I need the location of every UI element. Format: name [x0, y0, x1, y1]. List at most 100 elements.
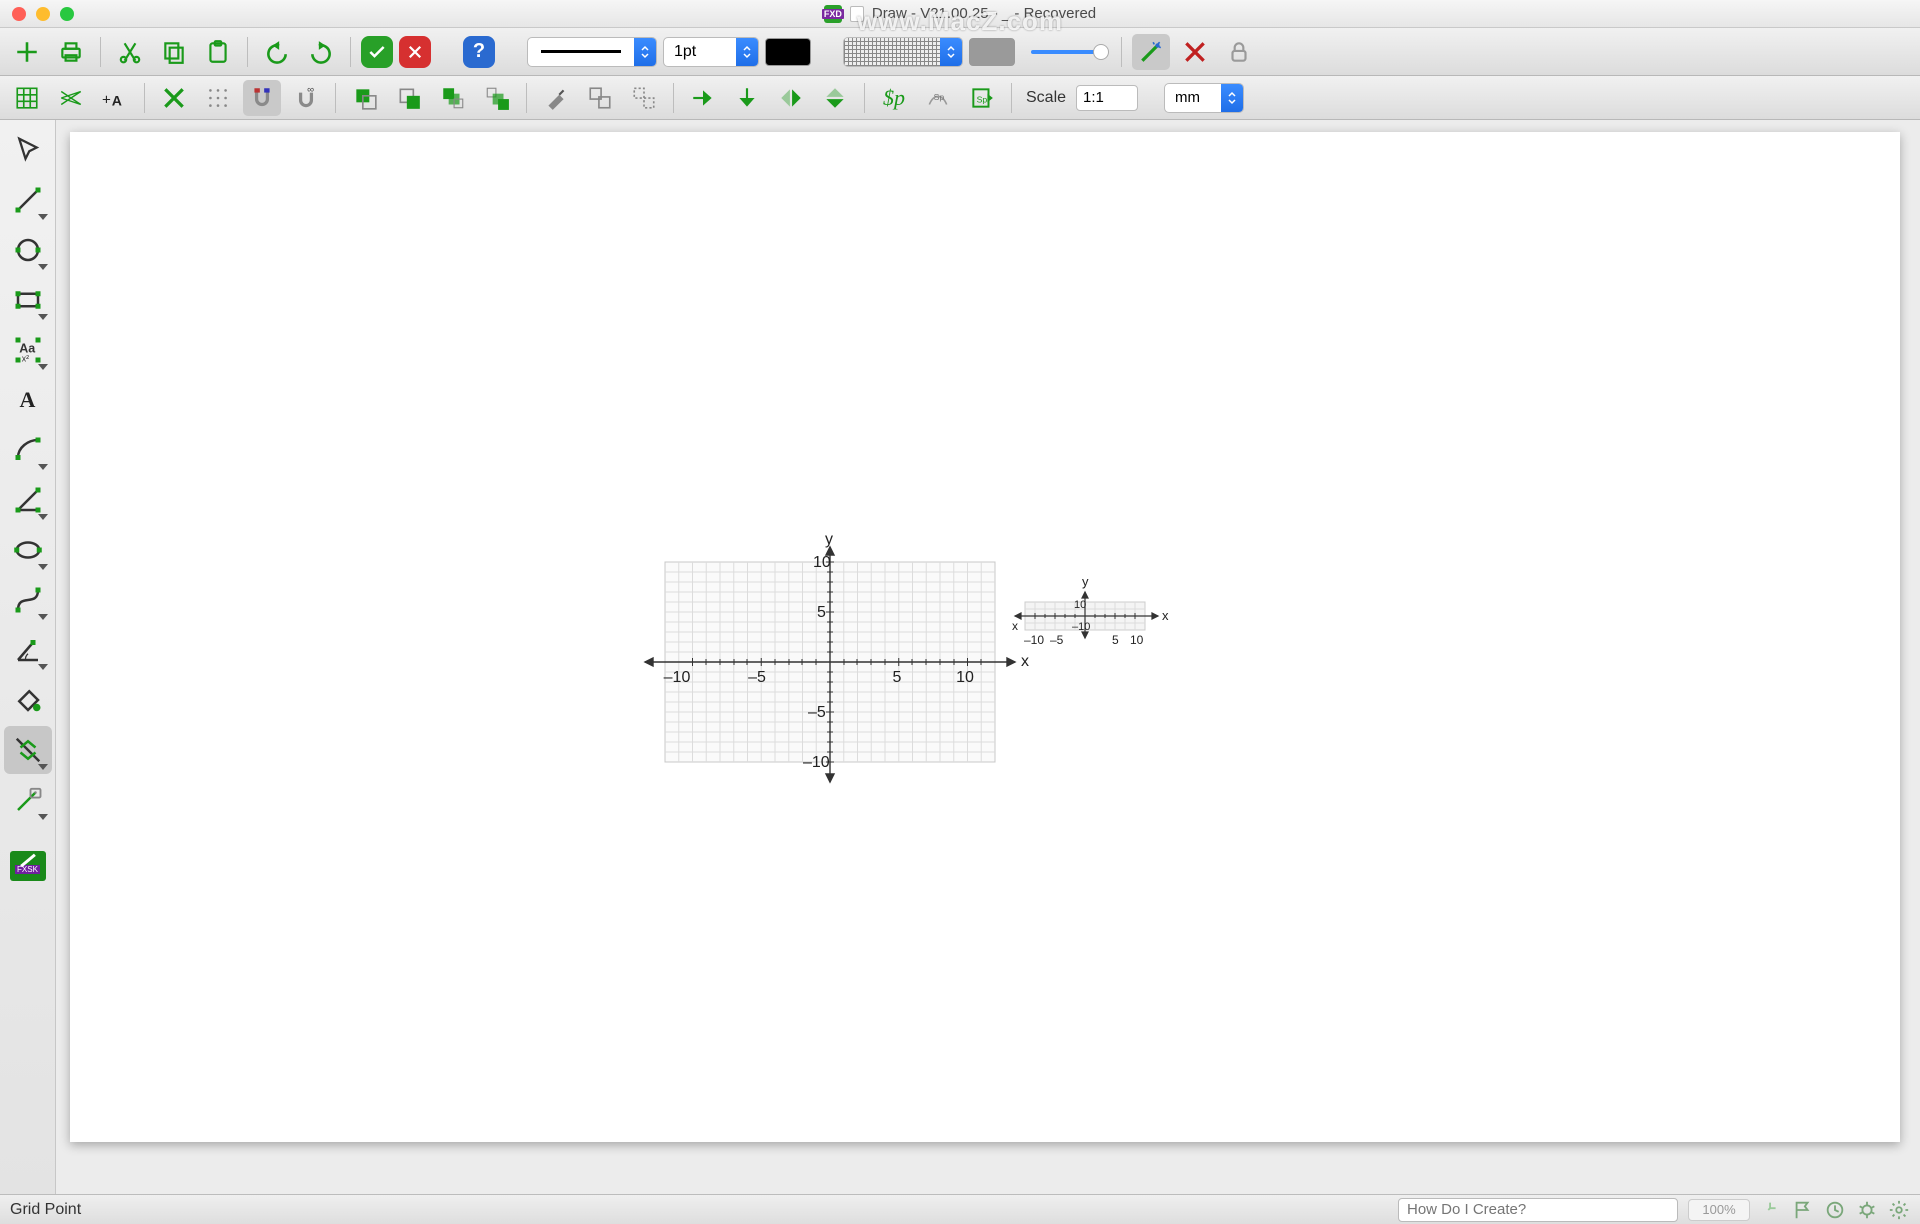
- svg-text:10: 10: [956, 669, 974, 686]
- svg-text:∞: ∞: [307, 85, 314, 96]
- svg-text:10: 10: [1074, 599, 1086, 611]
- script-sp-button[interactable]: Sp: [919, 80, 957, 116]
- svg-text:–10: –10: [1072, 621, 1090, 633]
- zoom-field[interactable]: 100%: [1688, 1199, 1750, 1221]
- undo-button[interactable]: [258, 34, 296, 70]
- coordinate-graph-small[interactable]: y x 10 –10 –10 –5 5 10 x: [1010, 572, 1170, 667]
- bring-front-button[interactable]: [434, 80, 472, 116]
- rectangle-tool[interactable]: [4, 276, 52, 324]
- unit-select[interactable]: mm: [1164, 83, 1244, 113]
- text-frame-tool[interactable]: Aax²: [4, 326, 52, 374]
- bezier-tool[interactable]: [4, 576, 52, 624]
- fill-color-swatch[interactable]: [969, 38, 1015, 66]
- scale-label: Scale: [1026, 89, 1066, 107]
- fxsk-tool[interactable]: FXSK: [4, 842, 52, 890]
- print-button[interactable]: [52, 34, 90, 70]
- align-down-button[interactable]: [728, 80, 766, 116]
- flip-h-button[interactable]: [772, 80, 810, 116]
- zoom-window-button[interactable]: [60, 7, 74, 21]
- grid-toggle-button[interactable]: [8, 80, 46, 116]
- chevron-updown-icon: [736, 38, 758, 66]
- cancel-button[interactable]: [399, 36, 431, 68]
- secondary-toolbar: +A ∞ $p Sp Sp Scale mm: [0, 76, 1920, 120]
- opacity-slider[interactable]: [1031, 50, 1101, 54]
- copy-button[interactable]: [155, 34, 193, 70]
- svg-text:x: x: [1162, 608, 1169, 623]
- isometric-grid-button[interactable]: [52, 80, 90, 116]
- page[interactable]: y x –10 –5 5 10 10 5 –5 –10: [70, 132, 1900, 1142]
- clear-x-button[interactable]: [155, 80, 193, 116]
- lock-button[interactable]: [1220, 34, 1258, 70]
- arc-tool[interactable]: [4, 426, 52, 474]
- unit-value: mm: [1165, 89, 1221, 106]
- fill-tool[interactable]: [4, 676, 52, 724]
- tool-palette: Aax² A FXSK: [0, 120, 56, 1194]
- minimize-window-button[interactable]: [36, 7, 50, 21]
- add-button[interactable]: [8, 34, 46, 70]
- ellipse-tool[interactable]: [4, 526, 52, 574]
- history-icon[interactable]: [1824, 1199, 1846, 1221]
- send-backward-button[interactable]: [390, 80, 428, 116]
- confirm-button[interactable]: [361, 36, 393, 68]
- svg-text:5: 5: [1112, 633, 1119, 647]
- status-left-text: Grid Point: [10, 1201, 81, 1219]
- paste-button[interactable]: [199, 34, 237, 70]
- dot-grid-button[interactable]: [199, 80, 237, 116]
- cut-button[interactable]: [111, 34, 149, 70]
- flip-v-button[interactable]: [816, 80, 854, 116]
- line-tool[interactable]: [4, 176, 52, 224]
- hide-points-tool[interactable]: [4, 726, 52, 774]
- svg-text:–10: –10: [1024, 633, 1044, 647]
- help-search-input[interactable]: [1398, 1198, 1678, 1222]
- title-bar: FXD Draw - V21.00.25 - _ - Recovered www…: [0, 0, 1920, 28]
- stroke-color-swatch[interactable]: [765, 38, 811, 66]
- magnet-infinite-button[interactable]: ∞: [287, 80, 325, 116]
- document-icon: [850, 6, 864, 22]
- svg-text:–5: –5: [808, 704, 826, 721]
- y-axis-label: y: [825, 532, 833, 548]
- window-controls: [12, 7, 74, 21]
- line-weight-select[interactable]: 1pt: [663, 37, 759, 67]
- export-sp-button[interactable]: Sp: [963, 80, 1001, 116]
- flag-icon[interactable]: [1792, 1199, 1814, 1221]
- svg-text:x²: x²: [21, 353, 28, 363]
- scale-input[interactable]: [1076, 85, 1138, 111]
- group-button[interactable]: [581, 80, 619, 116]
- delete-tool-button[interactable]: [1176, 34, 1214, 70]
- svg-text:5: 5: [893, 669, 902, 686]
- svg-text:–10: –10: [803, 754, 830, 771]
- ungroup-button[interactable]: [625, 80, 663, 116]
- redo-button[interactable]: [302, 34, 340, 70]
- svg-text:+: +: [102, 91, 111, 108]
- brush-clean-button[interactable]: [537, 80, 575, 116]
- svg-text:–10: –10: [664, 669, 691, 686]
- lock-layer-tool[interactable]: [4, 776, 52, 824]
- bring-forward-button[interactable]: [346, 80, 384, 116]
- pointer-tool[interactable]: [4, 126, 52, 174]
- parameters-button[interactable]: $p: [875, 80, 913, 116]
- protractor-tool[interactable]: [4, 626, 52, 674]
- gear-icon[interactable]: [1888, 1199, 1910, 1221]
- help-button[interactable]: ?: [463, 36, 495, 68]
- snap-a-button[interactable]: +A: [96, 80, 134, 116]
- chevron-updown-icon: [1221, 84, 1243, 112]
- text-tool[interactable]: A: [4, 376, 52, 424]
- svg-text:10: 10: [1130, 633, 1144, 647]
- circle-tool[interactable]: [4, 226, 52, 274]
- close-window-button[interactable]: [12, 7, 26, 21]
- bug-icon[interactable]: [1856, 1199, 1878, 1221]
- magnet-single-button[interactable]: [243, 80, 281, 116]
- send-back-button[interactable]: [478, 80, 516, 116]
- chevron-updown-icon: [940, 38, 962, 66]
- status-bar: Grid Point 100%: [0, 1194, 1920, 1224]
- svg-text:A: A: [112, 92, 122, 108]
- chevron-updown-icon: [634, 38, 656, 66]
- align-right-button[interactable]: [684, 80, 722, 116]
- coordinate-graph-large[interactable]: y x –10 –5 5 10 10 5 –5 –10: [635, 532, 1035, 797]
- fill-pattern-select[interactable]: [843, 37, 963, 67]
- magic-tool-button[interactable]: [1132, 34, 1170, 70]
- svg-text:–5: –5: [748, 669, 766, 686]
- line-style-select[interactable]: [527, 37, 657, 67]
- angle-tool[interactable]: [4, 476, 52, 524]
- canvas-area[interactable]: y x –10 –5 5 10 10 5 –5 –10: [56, 120, 1920, 1194]
